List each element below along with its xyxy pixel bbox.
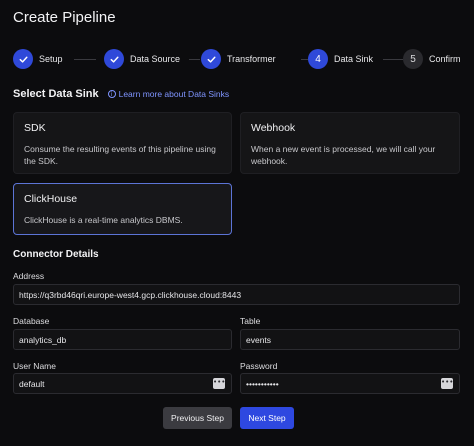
address-value: https://q3rbd46qri.europe-west4.gcp.clic… [19, 289, 242, 300]
password-value: ••••••••••• [246, 378, 279, 389]
card-title: ClickHouse [24, 193, 78, 205]
username-value: default [19, 378, 45, 389]
table-value: events [246, 334, 272, 345]
step-label: Transformer [227, 54, 276, 64]
stepper: Setup Data Source Transformer 4 Data Sin… [13, 49, 461, 69]
step-confirm[interactable]: 5 Confirm [403, 49, 461, 69]
database-value: analytics_db [19, 334, 67, 345]
username-input[interactable]: default ••• [13, 373, 232, 394]
previous-step-button[interactable]: Previous Step [163, 407, 232, 429]
check-icon [104, 49, 124, 69]
step-transformer[interactable]: Transformer [201, 49, 276, 69]
table-input[interactable]: events [240, 329, 460, 350]
learn-more-label: Learn more about Data Sinks [118, 89, 230, 99]
step-connector [301, 59, 308, 60]
sink-option-webhook[interactable]: Webhook When a new event is processed, w… [240, 112, 460, 174]
next-step-button[interactable]: Next Step [240, 407, 294, 429]
step-connector [383, 59, 403, 60]
card-description: When a new event is processed, we will c… [251, 144, 436, 166]
check-icon [201, 49, 221, 69]
learn-more-link[interactable]: i Learn more about Data Sinks [107, 89, 230, 99]
card-description: ClickHouse is a real-time analytics DBMS… [24, 215, 183, 225]
address-label: Address [13, 271, 45, 281]
step-data-sink[interactable]: 4 Data Sink [308, 49, 373, 69]
connector-details-heading: Connector Details [13, 249, 99, 260]
step-label: Setup [39, 54, 63, 64]
card-description: Consume the resulting events of this pip… [24, 144, 216, 166]
info-icon: i [107, 90, 116, 98]
page-title: Create Pipeline [13, 9, 116, 26]
check-icon [13, 49, 33, 69]
card-title: SDK [24, 122, 46, 134]
step-label: Confirm [429, 54, 461, 64]
step-label: Data Sink [334, 54, 374, 64]
step-setup[interactable]: Setup [13, 49, 63, 69]
step-number: 4 [308, 49, 328, 69]
step-label: Data Source [130, 54, 181, 64]
password-label: Password [240, 361, 278, 371]
section-title: Select Data Sink [13, 88, 99, 100]
password-input[interactable]: ••••••••••• ••• [240, 373, 460, 394]
card-title: Webhook [251, 122, 296, 134]
step-connector [189, 59, 200, 60]
database-label: Database [13, 316, 50, 326]
database-input[interactable]: analytics_db [13, 329, 232, 350]
more-icon[interactable]: ••• [441, 378, 453, 389]
username-label: User Name [13, 361, 56, 371]
more-icon[interactable]: ••• [213, 378, 225, 389]
step-connector [74, 59, 96, 60]
sink-option-sdk[interactable]: SDK Consume the resulting events of this… [13, 112, 232, 174]
table-label: Table [240, 316, 261, 326]
sink-section-header: Select Data Sink i Learn more about Data… [13, 88, 229, 100]
step-data-source[interactable]: Data Source [104, 49, 180, 69]
sink-option-clickhouse[interactable]: ClickHouse ClickHouse is a real-time ana… [13, 183, 232, 235]
step-number: 5 [403, 49, 423, 69]
address-input[interactable]: https://q3rbd46qri.europe-west4.gcp.clic… [13, 284, 460, 305]
